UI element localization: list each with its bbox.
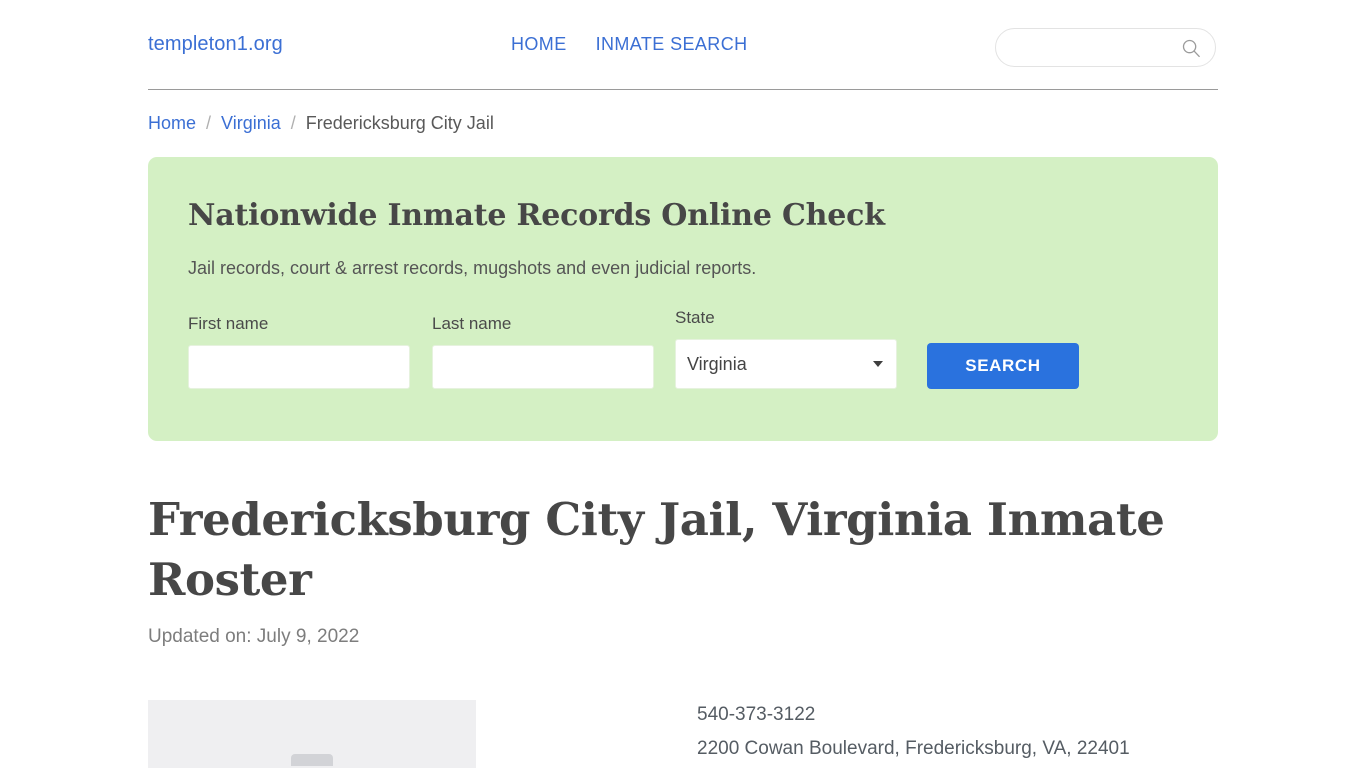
breadcrumb-item-current: Fredericksburg City Jail <box>305 113 494 133</box>
facility-photo <box>148 700 476 768</box>
breadcrumb: Home / Virginia / Fredericksburg City Ja… <box>148 113 494 134</box>
facility-phone: 540-373-3122 <box>697 704 816 725</box>
inmate-search-panel: Nationwide Inmate Records Online Check J… <box>148 157 1218 441</box>
page-title: Fredericksburg City Jail, Virginia Inmat… <box>148 493 1165 607</box>
header-search-input[interactable] <box>996 29 1171 66</box>
facility-address: 2200 Cowan Boulevard, Fredericksburg, VA… <box>697 737 1130 759</box>
page-root: templeton1.org HOME INMATE SEARCH Home /… <box>0 0 1366 768</box>
search-icon <box>1181 38 1201 58</box>
breadcrumb-separator: / <box>290 113 296 133</box>
broken-image-icon <box>291 754 333 766</box>
last-name-input[interactable] <box>432 344 654 389</box>
breadcrumb-item-home[interactable]: Home <box>148 113 196 134</box>
breadcrumb-item-virginia[interactable]: Virginia <box>221 113 281 134</box>
first-name-input[interactable] <box>188 344 410 389</box>
search-panel-title: Nationwide Inmate Records Online Check <box>188 198 885 233</box>
state-field-group: State Virginia <box>675 308 897 389</box>
inmate-search-form: First name Last name State Virginia SEAR… <box>188 308 1178 389</box>
updated-on-text: Updated on: July 9, 2022 <box>148 626 360 647</box>
header-search-box[interactable] <box>995 28 1216 67</box>
breadcrumb-separator: / <box>206 113 212 133</box>
state-select-wrapper: Virginia <box>675 338 897 389</box>
nav-link-inmate-search[interactable]: INMATE SEARCH <box>596 34 748 55</box>
last-name-label: Last name <box>432 313 512 333</box>
last-name-field-group: Last name <box>432 314 654 389</box>
site-header: templeton1.org HOME INMATE SEARCH <box>148 0 1218 90</box>
nav-link-home[interactable]: HOME <box>511 34 567 55</box>
search-panel-subtitle: Jail records, court & arrest records, mu… <box>188 258 757 278</box>
state-label: State <box>675 307 715 327</box>
first-name-field-group: First name <box>188 314 410 389</box>
facility-contact-info: 540-373-3122 2200 Cowan Boulevard, Frede… <box>697 698 1217 766</box>
search-submit-button[interactable]: SEARCH <box>927 342 1079 389</box>
header-search-submit-button[interactable] <box>1171 29 1211 66</box>
state-select[interactable]: Virginia <box>675 338 897 389</box>
first-name-label: First name <box>188 313 269 333</box>
site-logo[interactable]: templeton1.org <box>148 33 283 56</box>
main-navigation: HOME INMATE SEARCH <box>511 34 748 55</box>
